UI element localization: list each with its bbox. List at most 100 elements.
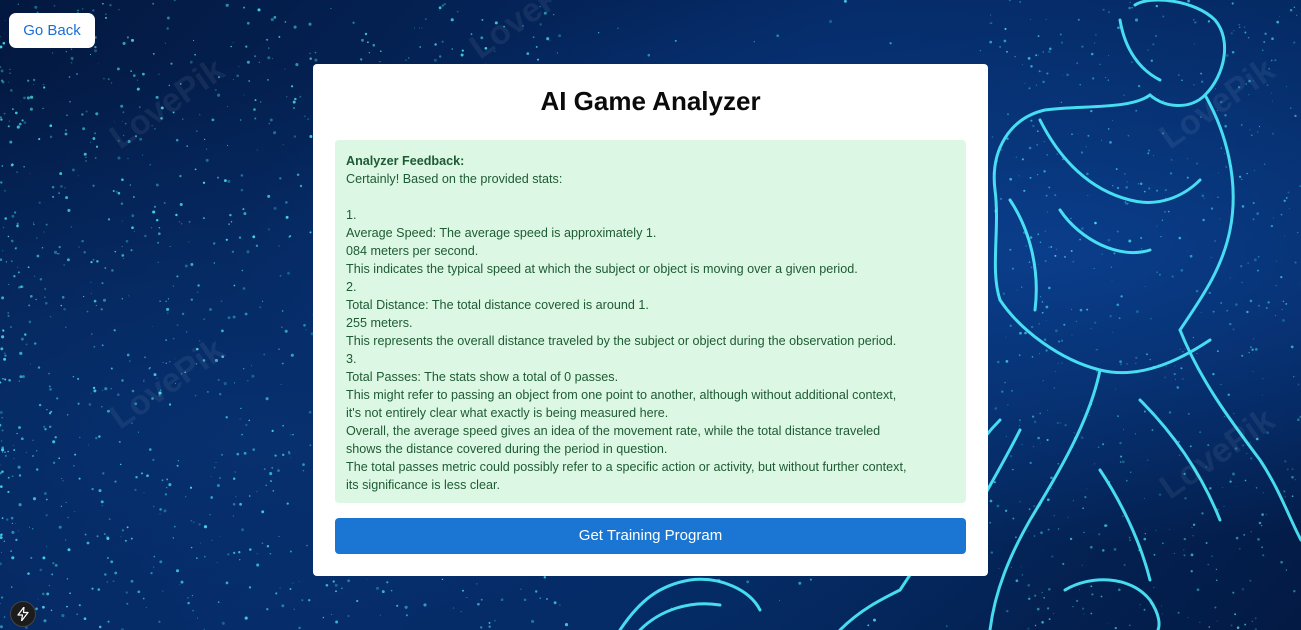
particle-dot <box>77 377 80 380</box>
particle-dot <box>241 433 243 436</box>
particle-dot <box>137 590 141 594</box>
particle-dot <box>1155 529 1157 531</box>
particle-dot <box>240 188 244 192</box>
particle-dot <box>1229 480 1232 483</box>
particle-dot <box>335 590 337 593</box>
particle-dot <box>476 583 478 585</box>
particle-dot <box>1211 555 1213 557</box>
particle-dot <box>1080 151 1084 154</box>
particle-dot <box>1084 496 1087 499</box>
particle-dot <box>152 210 156 214</box>
feedback-line: 255 meters. <box>346 316 413 330</box>
particle-dot <box>1274 59 1277 62</box>
particle-dot <box>43 619 47 623</box>
particle-dot <box>1048 246 1050 248</box>
particle-dot <box>1290 345 1294 349</box>
particle-dot <box>106 535 109 539</box>
particle-dot <box>1018 425 1021 427</box>
particle-dot <box>199 542 202 544</box>
particle-dot <box>102 472 105 475</box>
particle-dot <box>247 380 249 382</box>
particle-dot <box>230 45 233 48</box>
particle-dot <box>1072 605 1074 608</box>
particle-dot <box>15 522 17 524</box>
particle-dot <box>1152 43 1155 46</box>
particle-dot <box>90 260 93 264</box>
particle-dot <box>74 511 76 512</box>
get-training-program-button[interactable]: Get Training Program <box>335 518 966 554</box>
particle-dot <box>70 56 74 60</box>
particle-dot <box>152 52 155 55</box>
particle-dot <box>0 596 4 599</box>
go-back-button[interactable]: Go Back <box>9 13 95 48</box>
particle-dot <box>5 518 9 521</box>
particle-dot <box>1164 188 1167 192</box>
particle-dot <box>1059 422 1061 424</box>
particle-dot <box>277 469 280 473</box>
particle-dot <box>889 42 892 45</box>
particle-dot <box>121 178 124 182</box>
particle-dot <box>1212 310 1215 313</box>
particle-dot <box>1156 271 1158 274</box>
particle-dot <box>49 135 53 139</box>
particle-dot <box>187 597 189 599</box>
particle-dot <box>27 79 30 82</box>
particle-dot <box>293 107 295 109</box>
particle-dot <box>1189 254 1193 258</box>
particle-dot <box>13 445 14 446</box>
particle-dot <box>13 211 17 214</box>
particle-dot <box>356 599 359 603</box>
particle-dot <box>26 96 30 100</box>
particle-dot <box>3 616 6 618</box>
particle-dot <box>1005 336 1007 338</box>
particle-dot <box>1131 61 1133 63</box>
particle-dot <box>1023 189 1026 192</box>
particle-dot <box>1121 515 1125 518</box>
particle-dot <box>1174 365 1176 367</box>
particle-dot <box>1252 201 1255 205</box>
particle-dot <box>282 424 284 427</box>
particle-dot <box>1214 606 1217 609</box>
particle-dot <box>372 43 376 47</box>
particle-dot <box>109 4 112 7</box>
particle-dot <box>1283 235 1286 237</box>
particle-dot <box>221 621 225 625</box>
dev-tools-badge[interactable] <box>10 601 36 627</box>
particle-dot <box>95 304 97 307</box>
particle-dot <box>98 489 102 493</box>
particle-dot <box>159 513 161 515</box>
particle-dot <box>176 464 179 467</box>
particle-dot <box>63 264 65 266</box>
particle-dot <box>90 392 92 394</box>
particle-dot <box>32 497 37 501</box>
particle-dot <box>227 179 231 183</box>
particle-dot <box>1045 194 1048 197</box>
particle-dot <box>267 56 271 60</box>
particle-dot <box>1125 186 1128 189</box>
particle-dot <box>1130 471 1132 473</box>
particle-dot <box>10 516 14 520</box>
particle-dot <box>308 410 312 414</box>
particle-dot <box>102 2 104 5</box>
particle-dot <box>1285 569 1288 571</box>
particle-dot <box>94 132 97 135</box>
particle-dot <box>523 598 527 602</box>
particle-dot <box>1201 194 1205 197</box>
particle-dot <box>1180 367 1183 370</box>
particle-dot <box>141 472 143 475</box>
particle-dot <box>70 226 73 228</box>
particle-dot <box>92 9 95 12</box>
particle-dot <box>131 226 134 230</box>
particle-dot <box>85 156 87 158</box>
particle-dot <box>1183 549 1185 551</box>
feedback-line: 3. <box>346 352 357 366</box>
particle-dot <box>239 418 241 420</box>
particle-dot <box>19 375 23 379</box>
particle-dot <box>1128 239 1132 243</box>
particle-dot <box>137 431 140 433</box>
particle-dot <box>45 514 48 517</box>
particle-dot <box>240 174 244 177</box>
particle-dot <box>1128 6 1131 10</box>
particle-dot <box>153 555 156 558</box>
particle-dot <box>1120 455 1123 458</box>
